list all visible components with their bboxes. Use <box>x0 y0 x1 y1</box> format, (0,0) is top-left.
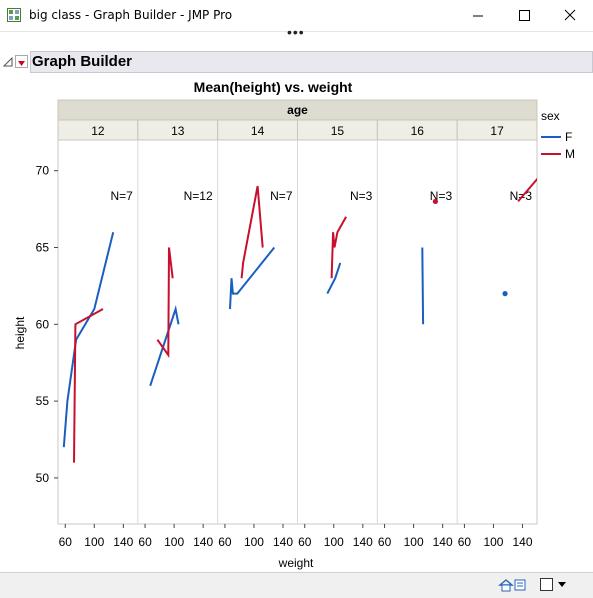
series-M-point <box>432 198 438 205</box>
chart: Mean(height) vs. weight age 12 60 100 140 N=7… <box>13 79 575 570</box>
legend-title: sex <box>541 109 560 123</box>
facet-tab-label: 17 <box>490 124 504 138</box>
facet-tab-label: 14 <box>251 124 265 138</box>
n-count-label: N=12 <box>184 189 213 203</box>
x-tick-label: 100 <box>244 535 264 549</box>
x-tick-label: 100 <box>483 535 503 549</box>
series-F-point <box>502 291 508 297</box>
facet-tab-label: 16 <box>411 124 425 138</box>
n-count-label: N=3 <box>350 189 373 203</box>
y-tick-label: 65 <box>36 241 50 255</box>
x-tick-label: 100 <box>84 535 104 549</box>
facet-tab-label: 15 <box>331 124 345 138</box>
legend-label-F: F <box>565 130 572 144</box>
x-tick-label: 140 <box>512 535 532 549</box>
y-tick-label: 60 <box>36 317 50 331</box>
facet-tab-label: 12 <box>91 124 105 138</box>
x-tick-label: 60 <box>138 535 152 549</box>
legend-label-M: M <box>565 147 575 161</box>
window-list-dropdown-icon[interactable] <box>540 578 570 592</box>
y-tick-label: 70 <box>36 164 50 178</box>
n-count-label: N=3 <box>510 189 533 203</box>
facet-label: age <box>287 103 308 117</box>
n-count-label: N=7 <box>110 189 133 203</box>
y-axis-label: height <box>13 316 27 349</box>
x-tick-label: 140 <box>433 535 453 549</box>
x-tick-label: 60 <box>458 535 472 549</box>
chart-title: Mean(height) vs. weight <box>194 79 353 95</box>
x-tick-label: 140 <box>273 535 293 549</box>
y-tick-label: 55 <box>36 394 50 408</box>
x-tick-label: 140 <box>113 535 133 549</box>
x-tick-label: 100 <box>324 535 344 549</box>
x-tick-label: 140 <box>193 535 213 549</box>
facet-tab-label: 13 <box>171 124 185 138</box>
home-icon[interactable] <box>498 577 528 593</box>
x-axis-label: weight <box>278 556 314 570</box>
x-tick-label: 60 <box>378 535 392 549</box>
x-tick-label: 60 <box>218 535 232 549</box>
status-bar <box>0 572 593 598</box>
x-tick-label: 60 <box>298 535 312 549</box>
n-count-label: N=7 <box>270 189 293 203</box>
y-tick-label: 50 <box>36 471 50 485</box>
x-tick-label: 60 <box>59 535 73 549</box>
series-F-line <box>421 247 425 325</box>
x-tick-label: 100 <box>164 535 184 549</box>
x-tick-label: 100 <box>404 535 424 549</box>
x-tick-label: 140 <box>353 535 373 549</box>
